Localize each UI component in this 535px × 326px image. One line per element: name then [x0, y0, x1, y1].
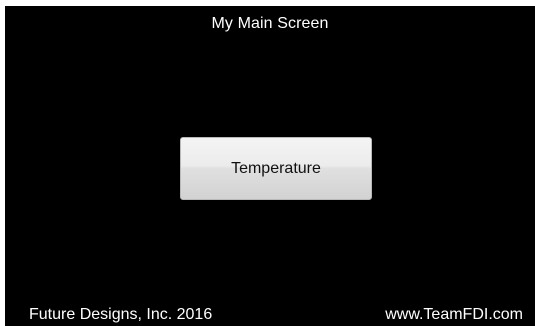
screen-title: My Main Screen — [211, 15, 329, 32]
footer-website-text: www.TeamFDI.com — [385, 306, 523, 323]
main-screen: My Main Screen Temperature Future Design… — [5, 6, 535, 326]
temperature-button[interactable]: Temperature — [180, 137, 372, 200]
footer-company-text: Future Designs, Inc. 2016 — [29, 306, 213, 323]
